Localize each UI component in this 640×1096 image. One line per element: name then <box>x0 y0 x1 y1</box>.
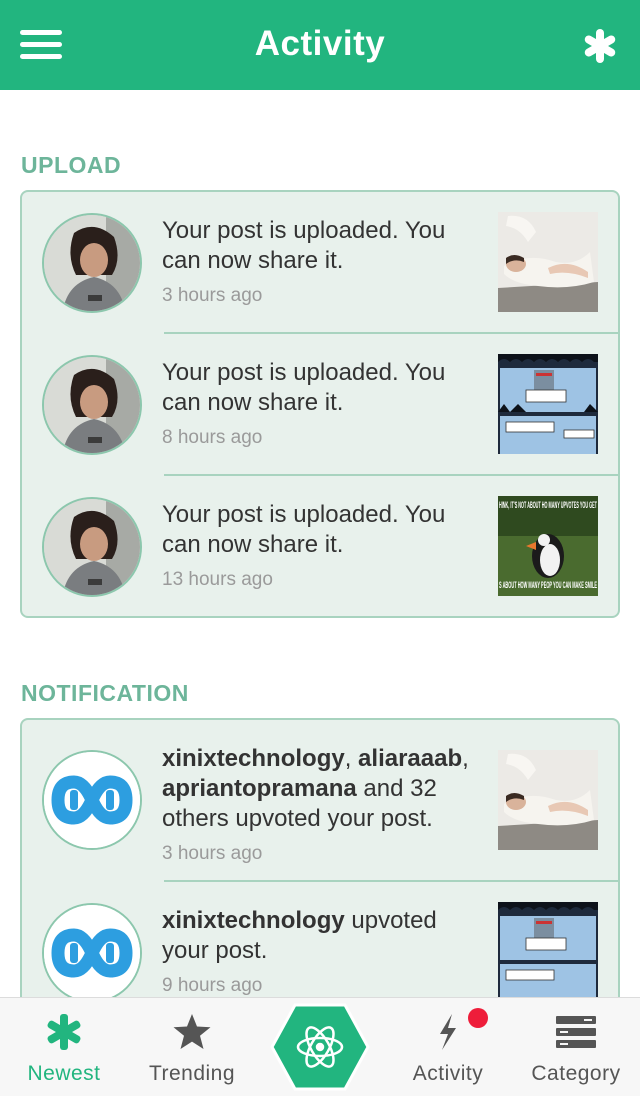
upload-item[interactable]: Your post is uploaded. You can now share… <box>22 476 618 616</box>
notification-badge <box>468 1008 488 1028</box>
notification-item[interactable]: xinixtechnology upvoted your post. 9 hou… <box>22 882 618 1006</box>
center-atom-button[interactable] <box>270 1003 370 1091</box>
upload-item[interactable]: Your post is uploaded. You can now share… <box>22 334 618 476</box>
upload-message: Your post is uploaded. You can now share… <box>162 500 482 592</box>
post-thumbnail[interactable]: HINK, IT'S NOT ABOUT HO MANY UPVOTES YOU… <box>498 496 598 596</box>
nav-trending[interactable]: Trending <box>128 998 256 1096</box>
timestamp: 9 hours ago <box>162 975 263 996</box>
avatar <box>42 355 142 455</box>
server-stack-icon <box>556 1016 596 1048</box>
notification-card: xinixtechnology, aliaraaab, apriantopram… <box>20 718 620 1008</box>
avatar <box>42 750 142 850</box>
infinity-logo-icon <box>44 752 140 848</box>
meme-caption-bottom: S ABOUT HOW MANY PEOP YOU CAN MAKE SMILE <box>499 580 597 590</box>
upload-message: Your post is uploaded. You can now share… <box>162 216 482 308</box>
lightning-icon <box>440 1014 456 1050</box>
infinity-logo-icon <box>44 905 140 1001</box>
avatar <box>42 903 142 1003</box>
nav-label: Category <box>531 1062 621 1085</box>
nav-activity[interactable]: Activity <box>384 998 512 1096</box>
notification-message: xinixtechnology, aliaraaab, apriantopram… <box>162 744 482 866</box>
username: xinixtechnology <box>162 745 345 772</box>
post-thumbnail[interactable] <box>498 354 598 454</box>
username: aliaraaab <box>358 745 463 772</box>
post-thumbnail[interactable] <box>498 902 598 1002</box>
nav-label: Newest <box>27 1062 101 1085</box>
timestamp: 3 hours ago <box>162 843 263 864</box>
notification-message: xinixtechnology upvoted your post. 9 hou… <box>162 906 482 998</box>
app-header: Activity <box>0 0 640 90</box>
nav-category[interactable]: Category <box>512 998 640 1096</box>
notification-section-label: NOTIFICATION <box>21 680 189 706</box>
post-thumbnail[interactable] <box>498 750 598 850</box>
nav-newest[interactable]: Newest <box>0 998 128 1096</box>
page-title: Activity <box>254 24 386 63</box>
upload-message: Your post is uploaded. You can now share… <box>162 358 482 450</box>
nav-label: Activity <box>412 1062 484 1085</box>
username: xinixtechnology <box>162 907 345 934</box>
post-thumbnail[interactable] <box>498 212 598 312</box>
avatar <box>42 497 142 597</box>
timestamp: 13 hours ago <box>162 569 273 590</box>
upload-card: Your post is uploaded. You can now share… <box>20 190 620 618</box>
timestamp: 3 hours ago <box>162 285 263 306</box>
timestamp: 8 hours ago <box>162 427 263 448</box>
avatar <box>42 213 142 313</box>
asterisk-icon <box>47 1014 81 1050</box>
asterisk-button[interactable] <box>582 28 618 64</box>
upload-item[interactable]: Your post is uploaded. You can now share… <box>22 192 618 334</box>
asterisk-icon <box>584 29 616 63</box>
star-icon <box>173 1014 211 1049</box>
upload-section-label: UPLOAD <box>21 152 122 178</box>
meme-caption-top: HINK, IT'S NOT ABOUT HO MANY UPVOTES YOU… <box>499 500 597 510</box>
username: apriantopramana <box>162 775 357 802</box>
notification-item[interactable]: xinixtechnology, aliaraaab, apriantopram… <box>22 720 618 882</box>
nav-label: Trending <box>148 1062 236 1085</box>
